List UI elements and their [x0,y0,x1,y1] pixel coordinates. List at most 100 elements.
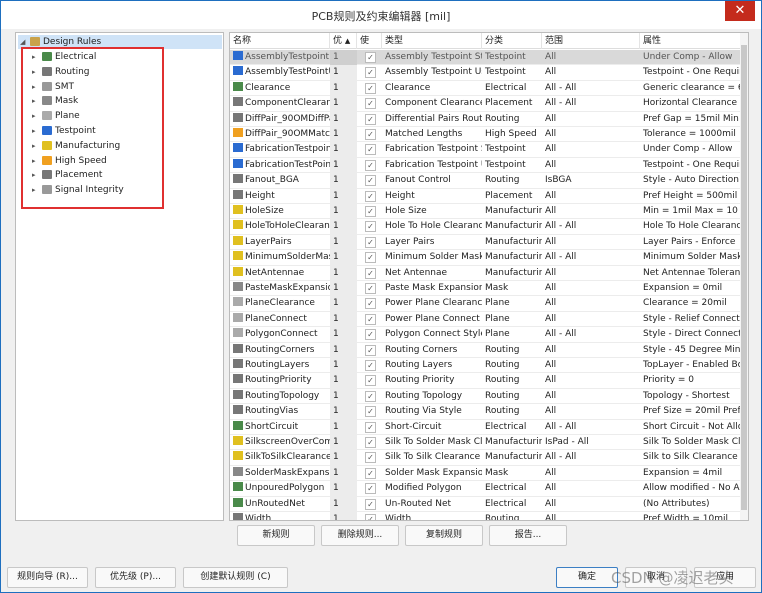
new-rule-button[interactable]: 新规则 [237,525,315,546]
enabled-checkbox[interactable]: ✓ [365,144,376,156]
tree-item-mask[interactable]: ▸ Mask [32,94,78,108]
vertical-scrollbar[interactable] [740,33,748,520]
enabled-checkbox[interactable]: ✓ [365,236,376,248]
scrollbar-thumb[interactable] [741,45,747,510]
column-header[interactable]: 名称 [230,33,330,49]
column-header[interactable]: 属性 [640,33,742,49]
expand-arrow-icon[interactable]: ▸ [32,168,42,182]
table-row[interactable]: MinimumSolderMaskSliver1 ✓ Minimum Solder … [230,250,742,266]
enabled-checkbox[interactable]: ✓ [365,52,376,63]
column-header[interactable]: 使 [357,33,382,49]
expand-arrow-icon[interactable]: ▸ [32,50,42,64]
rule-tree[interactable]: ◢ Design Rules ▸ Electrical ▸ Routing ▸ SMT ▸ Ma… [15,32,224,521]
table-row[interactable]: RoutingPriority 1 ✓ Routing Priority Routing… [230,373,742,389]
expand-arrow-icon[interactable]: ▸ [32,109,42,123]
table-row[interactable]: PolygonConnect 1 ✓ Polygon Connect Style Pla… [230,327,742,343]
table-row[interactable]: RoutingLayers 1 ✓ Routing Layers Routing All T… [230,358,742,374]
enabled-checkbox[interactable]: ✓ [365,206,376,217]
table-row[interactable]: SolderMaskExpansion1 ✓ Solder Mask Expansi… [230,465,742,482]
enabled-checkbox[interactable]: ✓ [365,267,376,279]
table-row[interactable]: NetAntennae 1 ✓ Net Antennae ManufacturingAl… [230,265,742,281]
table-row[interactable]: UnRoutedNet 1 ✓ Un-Routed Net Electrical All (… [230,496,742,512]
table-row[interactable]: FabricationTestpoint 1 ✓ Fabrication Testpo… [230,142,742,158]
table-row[interactable]: DiffPair_90OMDiffPair1 ✓ Differential Pair… [230,111,742,127]
expand-arrow-icon[interactable]: ▸ [32,65,42,79]
table-row[interactable]: DiffPair_90OMMatched1 ✓ Matched Lengths Hig… [230,127,742,143]
duplicate-rule-button[interactable]: 复制规则 [405,525,483,546]
column-header[interactable]: 类型 [382,33,482,49]
table-row[interactable]: UnpouredPolygon 1 ✓ Modified Polygon Electri… [230,481,742,497]
tree-item-plane[interactable]: ▸ Plane [32,109,80,123]
tree-item-testpoint[interactable]: ▸ Testpoint [32,124,96,138]
table-row[interactable]: PasteMaskExpansion 1 ✓ Paste Mask Expansion… [230,281,742,297]
delete-rule-button[interactable]: 删除规则... [321,525,399,546]
expand-arrow-icon[interactable]: ▸ [32,183,42,197]
table-row[interactable]: RoutingVias 1 ✓ Routing Via Style Routing All… [230,404,742,420]
column-header[interactable]: 优 ▲ [330,33,357,49]
table-row[interactable]: SilkscreenOverComponentPads1 ✓ Silk To Sol… [230,435,742,451]
table-row[interactable]: RoutingCorners 1 ✓ Routing Corners Routing Al… [230,342,742,358]
report-button[interactable]: 报告... [489,525,567,546]
enabled-checkbox[interactable]: ✓ [365,175,376,187]
enabled-checkbox[interactable]: ✓ [365,375,376,387]
table-row[interactable]: ShortCircuit 1 ✓ Short-Circuit Electrical All… [230,419,742,435]
ok-button[interactable]: 确定 [556,567,618,588]
expand-arrow-icon[interactable]: ▸ [32,80,42,94]
expand-arrow-icon[interactable]: ▸ [32,139,42,153]
table-row[interactable]: RoutingTopology 1 ✓ Routing Topology Routing… [230,388,742,405]
priorities-button[interactable]: 优先级 (P)... [95,567,176,588]
enabled-checkbox[interactable]: ✓ [365,159,376,171]
enabled-checkbox[interactable]: ✓ [365,452,376,464]
table-row[interactable]: HoleSize 1 ✓ Hole Size ManufacturingAll Min =… [230,204,742,220]
table-row[interactable]: SilkToSilkClearance 1 ✓ Silk To Silk Cleara… [230,450,742,466]
column-header[interactable]: 分类 [482,33,542,49]
column-header[interactable]: 范围 [542,33,640,49]
table-row[interactable]: AssemblyTestPointUsage1 ✓ Assembly Testpoi… [230,65,742,81]
tree-item-manufacturing[interactable]: ▸ Manufacturing [32,139,120,153]
enabled-checkbox[interactable]: ✓ [365,421,376,433]
enabled-checkbox[interactable]: ✓ [365,467,376,479]
table-row[interactable]: HoleToHoleClearance1 ✓ Hole To Hole Cleara… [230,219,742,235]
tree-item-placement[interactable]: ▸ Placement [32,168,102,182]
enabled-checkbox[interactable]: ✓ [365,313,376,325]
table-row[interactable]: ComponentClearance1 ✓ Component ClearanceP… [230,96,742,112]
table-row[interactable]: LayerPairs 1 ✓ Layer Pairs ManufacturingAll L… [230,234,742,251]
table-row[interactable]: AssemblyTestpoint 1 ✓ Assembly Testpoint St… [230,50,742,66]
rule-wizard-button[interactable]: 规则向导 (R)... [7,567,88,588]
tree-item-signal-integrity[interactable]: ▸ Signal Integrity [32,183,124,197]
table-row[interactable]: Fanout_BGA 1 ✓ Fanout Control Routing IsBGA St… [230,173,742,189]
enabled-checkbox[interactable]: ✓ [365,129,376,140]
enabled-checkbox[interactable]: ✓ [365,329,376,341]
enabled-checkbox[interactable]: ✓ [365,283,376,294]
create-default-rules-button[interactable]: 创建默认规则 (C) [183,567,288,588]
table-row[interactable]: FabricationTestPointUsage1 ✓ Fabrication T… [230,157,742,174]
expand-arrow-icon[interactable]: ▸ [32,154,42,168]
enabled-checkbox[interactable]: ✓ [365,113,376,125]
enabled-checkbox[interactable]: ✓ [365,190,376,202]
enabled-checkbox[interactable]: ✓ [365,483,376,495]
close-button[interactable]: ✕ [725,1,755,21]
enabled-checkbox[interactable]: ✓ [365,390,376,402]
tree-item-routing[interactable]: ▸ Routing [32,65,90,79]
enabled-checkbox[interactable]: ✓ [365,82,376,94]
enabled-checkbox[interactable]: ✓ [365,344,376,356]
expand-arrow-icon[interactable]: ▸ [32,124,42,138]
enabled-checkbox[interactable]: ✓ [365,498,376,510]
tree-item-high-speed[interactable]: ▸ High Speed [32,154,107,168]
tree-item-smt[interactable]: ▸ SMT [32,80,74,94]
enabled-checkbox[interactable]: ✓ [365,298,376,310]
enabled-checkbox[interactable]: ✓ [365,252,376,264]
enabled-checkbox[interactable]: ✓ [365,221,376,233]
enabled-checkbox[interactable]: ✓ [365,360,376,371]
tree-item-electrical[interactable]: ▸ Electrical [32,50,96,64]
enabled-checkbox[interactable]: ✓ [365,98,376,110]
enabled-checkbox[interactable]: ✓ [365,514,376,520]
table-row[interactable]: Clearance 1 ✓ Clearance Electrical All - All G… [230,80,742,97]
enabled-checkbox[interactable]: ✓ [365,406,376,418]
expand-arrow-icon[interactable]: ▸ [32,94,42,108]
table-row[interactable]: Height 1 ✓ Height Placement All Pref Height = … [230,188,742,204]
table-row[interactable]: PlaneClearance 1 ✓ Power Plane Clearance Pla… [230,296,742,312]
enabled-checkbox[interactable]: ✓ [365,437,376,448]
table-row[interactable]: Width 1 ✓ Width Routing All Pref Width = 10mil [230,512,742,520]
table-row[interactable]: PlaneConnect 1 ✓ Power Plane Connect StyleP… [230,311,742,328]
